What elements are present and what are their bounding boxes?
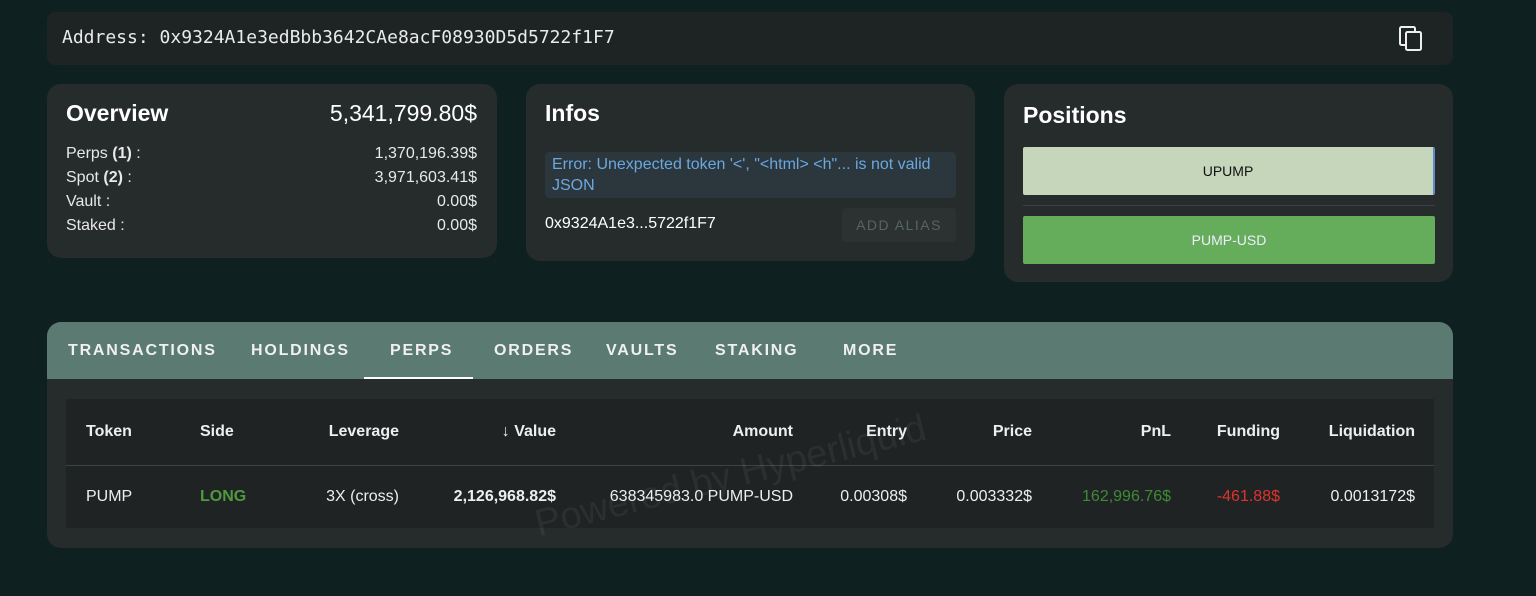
row-value: 0.00$ xyxy=(436,193,477,210)
row-label: Spot xyxy=(66,169,99,186)
cell-funding: -461.88$ xyxy=(1216,487,1280,505)
cell-leverage: 3X (cross) xyxy=(326,487,399,505)
positions-card: Positions UPUMP PUMP-USD xyxy=(1004,84,1453,282)
row-suffix: : xyxy=(122,169,132,186)
tab-holdings[interactable]: HOLDINGS xyxy=(251,342,350,360)
address-text: Address: 0x9324A1e3edBbb3642CAe8acF08930… xyxy=(62,27,615,48)
header-value[interactable]: ↓ Value xyxy=(418,399,575,466)
cell-price: 0.003332$ xyxy=(956,487,1032,505)
active-tab-indicator xyxy=(364,377,473,379)
sort-arrow-down-icon: ↓ xyxy=(501,422,510,440)
row-value: 0.00$ xyxy=(436,217,477,234)
add-alias-button[interactable]: ADD ALIAS xyxy=(842,208,956,242)
infos-card: Infos Error: Unexpected token '<', "<htm… xyxy=(526,84,975,261)
header-leverage[interactable]: Leverage xyxy=(290,399,418,466)
position-button-upump[interactable]: UPUMP xyxy=(1023,147,1435,195)
details-panel: TRANSACTIONS HOLDINGS PERPS ORDERS VAULT… xyxy=(47,322,1453,548)
tab-orders[interactable]: ORDERS xyxy=(494,342,573,360)
copy-icon[interactable] xyxy=(1399,26,1423,52)
header-token[interactable]: Token xyxy=(66,399,180,466)
overview-card: Overview 5,341,799.80$ Perps (1) : 1,370,… xyxy=(47,84,497,258)
position-button-pump-usd[interactable]: PUMP-USD xyxy=(1023,216,1435,264)
row-count: (1) xyxy=(112,145,132,162)
cell-pnl: 162,996.76$ xyxy=(1082,487,1171,505)
header-value-label: Value xyxy=(514,422,556,440)
cell-token: PUMP xyxy=(86,487,133,505)
row-value: 1,370,196.39$ xyxy=(374,145,477,162)
infos-title: Infos xyxy=(545,100,600,126)
tab-more[interactable]: MORE xyxy=(843,342,898,360)
divider xyxy=(1023,205,1435,206)
overview-row-staked: Staked : 0.00$ xyxy=(66,217,477,235)
short-address: 0x9324A1e3...5722f1F7 xyxy=(545,215,716,232)
tab-transactions[interactable]: TRANSACTIONS xyxy=(68,342,217,360)
overview-row-vault: Vault : 0.00$ xyxy=(66,193,477,211)
row-count: (2) xyxy=(103,169,123,186)
row-suffix: : xyxy=(131,145,141,162)
tab-vaults[interactable]: VAULTS xyxy=(606,342,678,360)
header-funding[interactable]: Funding xyxy=(1190,399,1299,466)
header-price[interactable]: Price xyxy=(926,399,1051,466)
row-label: Staked : xyxy=(66,217,125,234)
overview-total: 5,341,799.80$ xyxy=(329,100,477,126)
positions-title: Positions xyxy=(1023,102,1127,128)
error-message: Error: Unexpected token '<', "<html> <h"… xyxy=(545,152,956,198)
cell-entry: 0.00308$ xyxy=(840,487,907,505)
tab-perps[interactable]: PERPS xyxy=(390,342,453,360)
cell-side: LONG xyxy=(200,487,247,505)
tab-staking[interactable]: STAKING xyxy=(715,342,798,360)
header-pnl[interactable]: PnL xyxy=(1051,399,1190,466)
address-bar: Address: 0x9324A1e3edBbb3642CAe8acF08930… xyxy=(47,12,1453,65)
overview-title: Overview xyxy=(66,100,169,126)
cell-liquidation: 0.0013172$ xyxy=(1330,487,1415,505)
header-liquidation[interactable]: Liquidation xyxy=(1299,399,1434,466)
header-side[interactable]: Side xyxy=(180,399,290,466)
row-label: Vault : xyxy=(66,193,111,210)
row-value: 3,971,603.41$ xyxy=(374,169,477,186)
tab-bar: TRANSACTIONS HOLDINGS PERPS ORDERS VAULT… xyxy=(47,322,1453,379)
row-label: Perps xyxy=(66,145,108,162)
overview-row-perps: Perps (1) : 1,370,196.39$ xyxy=(66,145,477,163)
overview-row-spot: Spot (2) : 3,971,603.41$ xyxy=(66,169,477,187)
